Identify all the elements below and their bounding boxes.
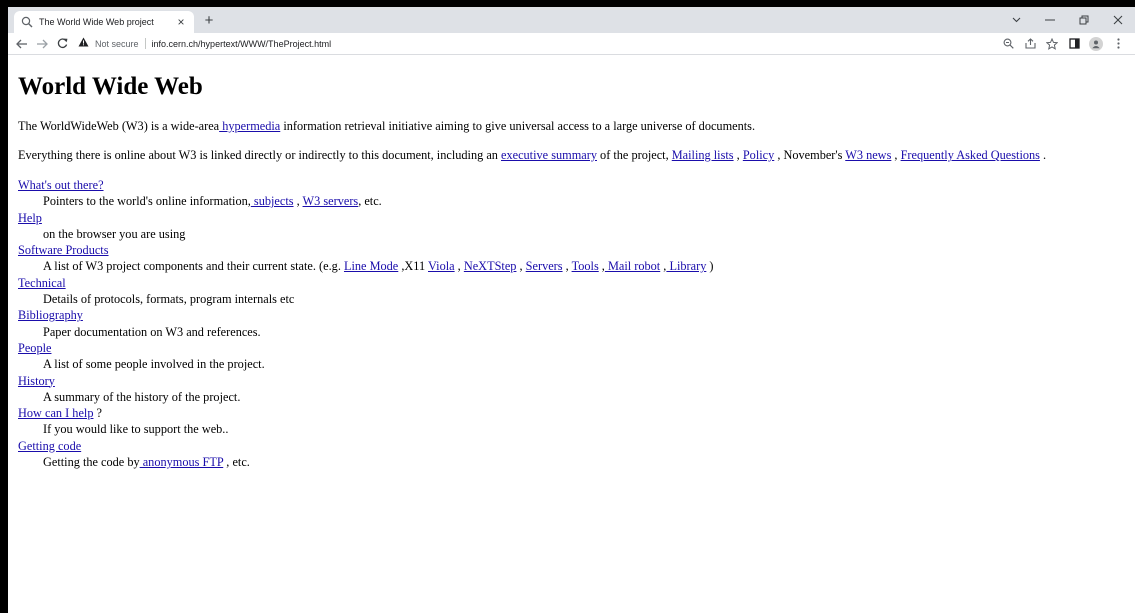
list-item-desc: Paper documentation on W3 and references… xyxy=(43,324,261,339)
servers-link[interactable]: Servers xyxy=(526,259,563,273)
page-title: World Wide Web xyxy=(18,73,203,100)
list-item-term: Help xyxy=(18,210,1135,226)
list-item-desc: on the browser you are using xyxy=(43,226,186,241)
library-link[interactable]: Library xyxy=(666,259,706,273)
minimize-icon[interactable] xyxy=(1033,7,1067,33)
desc-text: , etc. xyxy=(358,194,382,209)
w3-servers-link[interactable]: W3 servers xyxy=(303,194,359,208)
getting-code-link[interactable]: Getting code xyxy=(18,439,81,453)
desc-text: ,X11 xyxy=(398,259,429,274)
new-tab-button[interactable]: + xyxy=(200,12,218,30)
not-secure-label[interactable]: Not secure xyxy=(95,39,139,49)
desc-text: , xyxy=(516,259,526,274)
list-item-term: History xyxy=(18,373,1135,389)
summary-text-5: , xyxy=(891,148,901,162)
software-products-link[interactable]: Software Products xyxy=(18,243,109,257)
window-controls xyxy=(999,7,1135,33)
tab-active[interactable]: The World Wide Web project × xyxy=(14,11,194,33)
back-arrow-icon[interactable] xyxy=(12,34,32,54)
list-item-term: People xyxy=(18,340,1135,356)
mailing-lists-link[interactable]: Mailing lists xyxy=(672,148,734,162)
list-item-desc: Getting the code by anonymous FTP , etc. xyxy=(43,454,1135,470)
help-link[interactable]: Help xyxy=(18,211,42,225)
zoom-icon[interactable] xyxy=(997,34,1019,54)
tab-close-icon[interactable]: × xyxy=(174,15,188,29)
bibliography-link[interactable]: Bibliography xyxy=(18,308,83,322)
profile-avatar-icon[interactable] xyxy=(1085,34,1107,54)
tab-strip: The World Wide Web project × + xyxy=(8,7,1135,33)
hypermedia-link[interactable]: hypermedia xyxy=(219,119,280,133)
address-bar[interactable]: Not secure info.cern.ch/hypertext/WWW/Th… xyxy=(78,35,997,53)
desc-text: , xyxy=(293,194,303,209)
share-icon[interactable] xyxy=(1019,34,1041,54)
desc-text: , etc. xyxy=(223,455,250,470)
tab-search-icon[interactable] xyxy=(999,7,1033,33)
intro-text-1: The WorldWideWeb (W3) is a wide-area xyxy=(18,119,220,133)
mail-robot-link[interactable]: Mail robot xyxy=(605,259,660,273)
menu-kebab-icon[interactable] xyxy=(1107,34,1129,54)
whats-out-there-link[interactable]: What's out there? xyxy=(18,178,104,192)
desc-text: ) xyxy=(706,259,714,274)
list-item-term: How can I help ? xyxy=(18,405,1135,421)
list-item-term: Technical xyxy=(18,275,1135,291)
list-item-desc: A list of some people involved in the pr… xyxy=(43,357,265,372)
forward-arrow-icon[interactable] xyxy=(32,34,52,54)
history-link[interactable]: History xyxy=(18,374,55,388)
technical-link[interactable]: Technical xyxy=(18,276,66,290)
intro-paragraph: The WorldWideWeb (W3) is a wide-area hyp… xyxy=(18,119,1135,134)
browser-window: The World Wide Web project × + Not secur… xyxy=(8,7,1135,613)
list-item-desc: If you would like to support the web.. xyxy=(43,422,229,437)
url-text[interactable]: info.cern.ch/hypertext/WWW/TheProject.ht… xyxy=(152,39,332,49)
subjects-link[interactable]: subjects xyxy=(251,194,294,208)
reload-icon[interactable] xyxy=(52,34,72,54)
restore-icon[interactable] xyxy=(1067,7,1101,33)
summary-text-1: Everything there is online about W3 is l… xyxy=(18,148,502,162)
list-item-desc: Pointers to the world's online informati… xyxy=(43,193,1135,209)
avatar xyxy=(1089,36,1103,51)
line-mode-link[interactable]: Line Mode xyxy=(344,259,398,273)
side-panel-icon[interactable] xyxy=(1063,34,1085,54)
people-link[interactable]: People xyxy=(18,341,51,355)
summary-text-2: of the project, xyxy=(596,148,672,162)
desc-text: A list of W3 project components and thei… xyxy=(43,259,344,274)
viola-link[interactable]: Viola xyxy=(428,259,455,273)
topic-list: What's out there? Pointers to the world'… xyxy=(18,177,1135,470)
close-window-icon[interactable] xyxy=(1101,7,1135,33)
list-item-desc: Details of protocols, formats, program i… xyxy=(43,292,295,307)
tools-link[interactable]: Tools xyxy=(572,259,599,273)
summary-text-6: . xyxy=(1039,148,1047,162)
toolbar-actions xyxy=(997,34,1129,54)
list-item-term: Software Products xyxy=(18,242,1135,258)
how-can-i-help-link[interactable]: How can I help xyxy=(18,406,93,420)
desc-text: Pointers to the world's online informati… xyxy=(43,194,251,209)
tab-title: The World Wide Web project xyxy=(39,17,154,27)
intro-text-2: information retrieval initiative aiming … xyxy=(280,119,756,133)
policy-link[interactable]: Policy xyxy=(743,148,774,162)
list-item-desc: A list of W3 project components and thei… xyxy=(43,258,1135,274)
executive-summary-link[interactable]: executive summary xyxy=(501,148,597,162)
nextstep-link[interactable]: NeXTStep xyxy=(464,259,517,273)
summary-paragraph: Everything there is online about W3 is l… xyxy=(18,148,1135,163)
desc-text: , xyxy=(562,259,572,274)
list-item-desc: A summary of the history of the project. xyxy=(43,389,241,404)
globe-search-icon xyxy=(20,15,34,29)
warning-icon xyxy=(78,37,92,50)
summary-text-4: , November's xyxy=(774,148,846,162)
list-item-term: What's out there? xyxy=(18,177,1135,193)
faq-link[interactable]: Frequently Asked Questions xyxy=(901,148,1040,162)
page-content: World Wide Web The WorldWideWeb (W3) is … xyxy=(18,56,1135,470)
list-item-term: Bibliography xyxy=(18,307,1135,323)
browser-toolbar: Not secure info.cern.ch/hypertext/WWW/Th… xyxy=(8,33,1135,55)
summary-text-3: , xyxy=(733,148,743,162)
anonymous-ftp-link[interactable]: anonymous FTP xyxy=(140,455,224,469)
bookmark-star-icon[interactable] xyxy=(1041,34,1063,54)
desc-text: , xyxy=(454,259,464,274)
list-item-term: Getting code xyxy=(18,438,1135,454)
desc-text: Getting the code by xyxy=(43,455,140,470)
address-divider xyxy=(144,38,146,49)
w3-news-link[interactable]: W3 news xyxy=(845,148,891,162)
term-suffix: ? xyxy=(93,406,103,421)
